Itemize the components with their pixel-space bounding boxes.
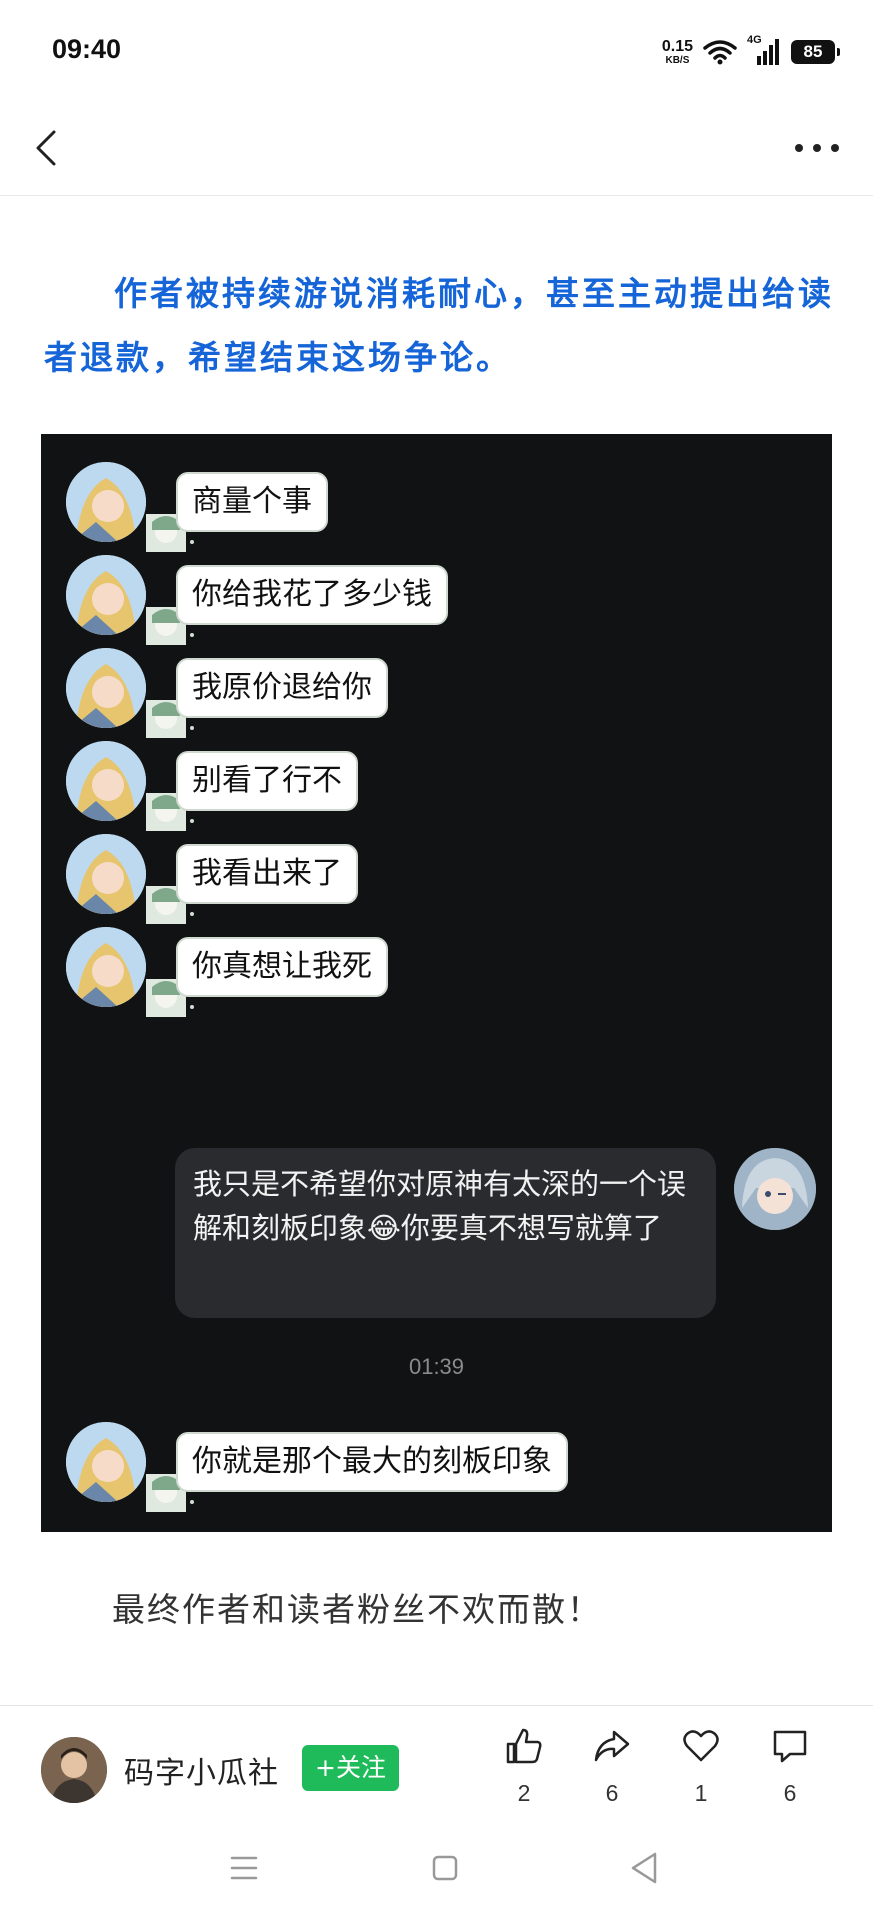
sender-avatar <box>66 462 146 542</box>
comment-icon <box>773 1730 807 1763</box>
chat-message-left: 我看出来了 <box>41 834 832 926</box>
article-intro-text: 作者被持续游说消耗耐心，甚至主动提出给读者退款，希望结束这场争论。 <box>44 274 834 377</box>
menu-button[interactable] <box>214 1840 274 1900</box>
share-button[interactable]: 6 <box>577 1726 647 1816</box>
back-nav-button[interactable] <box>615 1840 675 1900</box>
follow-button[interactable]: +关注 <box>302 1745 399 1791</box>
cellular-signal: 4G <box>747 34 781 66</box>
bottom-action-bar: 码字小瓜社 +关注 2 6 1 6 <box>0 1705 873 1815</box>
author-name[interactable]: 码字小瓜社 <box>124 1748 279 1792</box>
share-icon <box>594 1730 630 1762</box>
home-square-icon <box>432 1855 458 1881</box>
sender-avatar <box>66 555 146 635</box>
chat-bubble: 你真想让我死 <box>176 937 388 997</box>
favorite-count: 1 <box>694 1780 708 1806</box>
chat-message-left: 我原价退给你 <box>41 648 832 740</box>
system-navigation-bar <box>0 1840 873 1920</box>
chat-bubble: 我原价退给你 <box>176 658 388 718</box>
sender-avatar <box>66 741 146 821</box>
top-nav <box>0 100 873 196</box>
chat-screenshot-image[interactable]: 商量个事 你给我花了多少钱 我原价退给你 别看了行不 我看出来了 你真想让我死 … <box>41 434 832 1532</box>
status-icons: 0.15 KB/S 4G 85 <box>661 34 840 68</box>
chat-message-left: 别看了行不 <box>41 741 832 833</box>
chat-bubble: 商量个事 <box>176 472 328 532</box>
comment-count: 6 <box>783 1780 797 1806</box>
sender-avatar <box>66 834 146 914</box>
chat-bubble-right: 我只是不希望你对原神有太深的一个误解和刻板印象😂你要真不想写就算了 <box>175 1148 716 1318</box>
sender-avatar <box>66 927 146 1007</box>
chat-bubble: 别看了行不 <box>176 751 358 811</box>
status-time: 09:40 <box>52 34 122 64</box>
triangle-back-icon <box>631 1852 657 1884</box>
menu-icon <box>230 1856 258 1880</box>
signal-bars-icon <box>757 39 779 65</box>
network-speed-value: 0.15 <box>661 37 693 55</box>
article-outro-text: 最终作者和读者粉丝不欢而散！ <box>112 1590 602 1629</box>
sender-avatar <box>66 648 146 728</box>
status-bar: 09:40 0.15 KB/S 4G 85 <box>0 0 873 100</box>
network-speed-unit: KB/S <box>665 54 690 66</box>
battery-icon: 85 <box>791 40 840 64</box>
chat-message-left: 你就是那个最大的刻板印象 <box>41 1422 832 1514</box>
heart-icon <box>683 1730 719 1762</box>
comment-button[interactable]: 6 <box>755 1726 825 1816</box>
more-options-button[interactable] <box>785 124 849 172</box>
chat-message-left: 商量个事 <box>41 462 832 554</box>
author-avatar[interactable] <box>41 1737 107 1803</box>
share-count: 6 <box>605 1780 619 1806</box>
favorite-button[interactable]: 1 <box>666 1726 736 1816</box>
network-speed: 0.15 KB/S <box>661 37 693 66</box>
chat-bubble: 我看出来了 <box>176 844 358 904</box>
wifi-icon <box>703 40 737 65</box>
chat-bubble: 你就是那个最大的刻板印象 <box>176 1432 568 1492</box>
chat-timestamp: 01:39 <box>408 1354 465 1379</box>
chat-message-left: 你真想让我死 <box>41 927 832 1019</box>
chat-bubble: 你给我花了多少钱 <box>176 565 448 625</box>
more-horizontal-icon <box>795 144 839 152</box>
like-button[interactable]: 2 <box>489 1726 559 1816</box>
back-button[interactable] <box>24 124 72 172</box>
receiver-avatar <box>734 1148 816 1230</box>
sender-avatar <box>66 1422 146 1502</box>
chevron-left-icon <box>36 130 56 166</box>
thumbs-up-icon <box>506 1728 542 1764</box>
home-button[interactable] <box>415 1840 475 1900</box>
chat-message-left: 你给我花了多少钱 <box>41 555 832 647</box>
like-count: 2 <box>517 1780 531 1806</box>
